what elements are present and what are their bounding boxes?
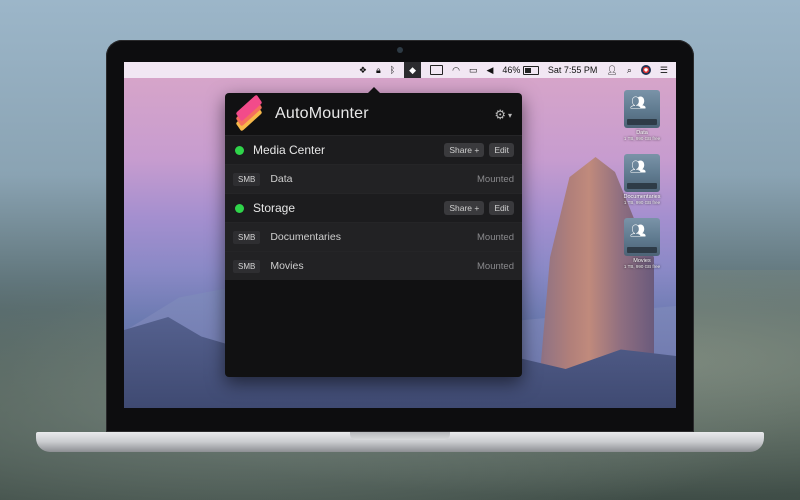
- mount-status: Mounted: [477, 231, 514, 243]
- camera: [397, 47, 403, 53]
- share-name: Movies: [270, 260, 304, 272]
- laptop-bezel: ❖ 🔒︎ ᛒ ◆ ◠ ▭ ◀ 46% Sat 7:55 PM 👤︎ ⌕ ☰ Au…: [106, 40, 694, 432]
- automounter-menu-icon[interactable]: ◆: [404, 62, 422, 78]
- mount-status: Mounted: [477, 173, 514, 185]
- keyboard-icon[interactable]: [430, 62, 444, 78]
- network-drive-icon: 👥︎: [624, 90, 660, 128]
- share-add-button[interactable]: Share +: [444, 201, 485, 215]
- settings-menu[interactable]: ⚙ ▾: [494, 107, 512, 123]
- language-flag-icon[interactable]: [640, 62, 651, 78]
- desktop-icons: 👥︎ Data 1 TB, 990 GB free 👥︎ Documentari…: [616, 90, 668, 282]
- server-group-storage: Storage Share + Edit: [225, 193, 522, 222]
- edit-button[interactable]: Edit: [489, 143, 514, 157]
- volume-icon[interactable]: ◀: [486, 62, 493, 78]
- protocol-badge: SMB: [233, 230, 261, 244]
- bluetooth-icon[interactable]: ᛒ: [390, 62, 395, 78]
- desktop-drive-data[interactable]: 👥︎ Data 1 TB, 990 GB free: [616, 90, 668, 154]
- user-icon[interactable]: 👤︎: [606, 62, 617, 78]
- drive-info: 1 TB, 990 GB free: [623, 136, 661, 141]
- server-name: Media Center: [253, 143, 326, 157]
- online-status-icon: [235, 203, 244, 213]
- network-drive-icon: 👥︎: [624, 218, 660, 256]
- gear-icon: ⚙: [494, 107, 506, 122]
- protocol-badge: SMB: [233, 172, 261, 186]
- share-name: Documentaries: [270, 231, 341, 243]
- notification-center-icon[interactable]: ☰: [660, 62, 668, 78]
- app-title: AutoMounter: [275, 105, 369, 122]
- spotlight-search-icon[interactable]: ⌕: [627, 62, 632, 78]
- clock[interactable]: Sat 7:55 PM: [548, 62, 598, 78]
- dropbox-icon[interactable]: ❖: [359, 62, 367, 78]
- desktop-drive-documentaries[interactable]: 👥︎ Documentaries 1 TB, 990 GB free: [616, 154, 668, 218]
- network-drive-icon: 👥︎: [624, 154, 660, 192]
- automounter-logo-icon: [235, 94, 263, 132]
- battery-icon: [522, 65, 539, 75]
- share-row[interactable]: SMB Documentaries Mounted: [225, 222, 522, 251]
- share-add-button[interactable]: Share +: [444, 143, 485, 157]
- popup-header: AutoMounter ⚙ ▾: [225, 93, 522, 135]
- airplay-icon[interactable]: ▭: [469, 62, 478, 78]
- drive-info: 1 TB, 990 GB free: [623, 200, 661, 205]
- desktop-screen: ❖ 🔒︎ ᛒ ◆ ◠ ▭ ◀ 46% Sat 7:55 PM 👤︎ ⌕ ☰ Au…: [124, 62, 676, 408]
- protocol-badge: SMB: [233, 259, 261, 273]
- share-row[interactable]: SMB Movies Mounted: [225, 251, 522, 280]
- battery-percent: 46%: [502, 65, 521, 75]
- chevron-down-icon: ▾: [507, 110, 512, 120]
- share-row[interactable]: SMB Data Mounted: [225, 164, 522, 193]
- menu-bar: ❖ 🔒︎ ᛒ ◆ ◠ ▭ ◀ 46% Sat 7:55 PM 👤︎ ⌕ ☰: [124, 62, 676, 78]
- automounter-popup: AutoMounter ⚙ ▾ Media Center Share + Edi…: [225, 87, 522, 377]
- battery-status[interactable]: 46%: [502, 62, 539, 78]
- wifi-icon[interactable]: ◠: [452, 62, 460, 78]
- desktop-drive-movies[interactable]: 👥︎ Movies 1 TB, 990 GB free: [616, 218, 668, 282]
- online-status-icon: [235, 145, 244, 155]
- lock-icon[interactable]: 🔒︎: [376, 62, 381, 78]
- share-name: Data: [270, 173, 293, 185]
- laptop-notch: [350, 432, 450, 440]
- edit-button[interactable]: Edit: [489, 201, 514, 215]
- server-name: Storage: [253, 201, 296, 215]
- mount-status: Mounted: [477, 260, 514, 272]
- server-group-media-center: Media Center Share + Edit: [225, 135, 522, 164]
- drive-info: 1 TB, 990 GB free: [623, 264, 661, 269]
- laptop-base: [36, 432, 764, 452]
